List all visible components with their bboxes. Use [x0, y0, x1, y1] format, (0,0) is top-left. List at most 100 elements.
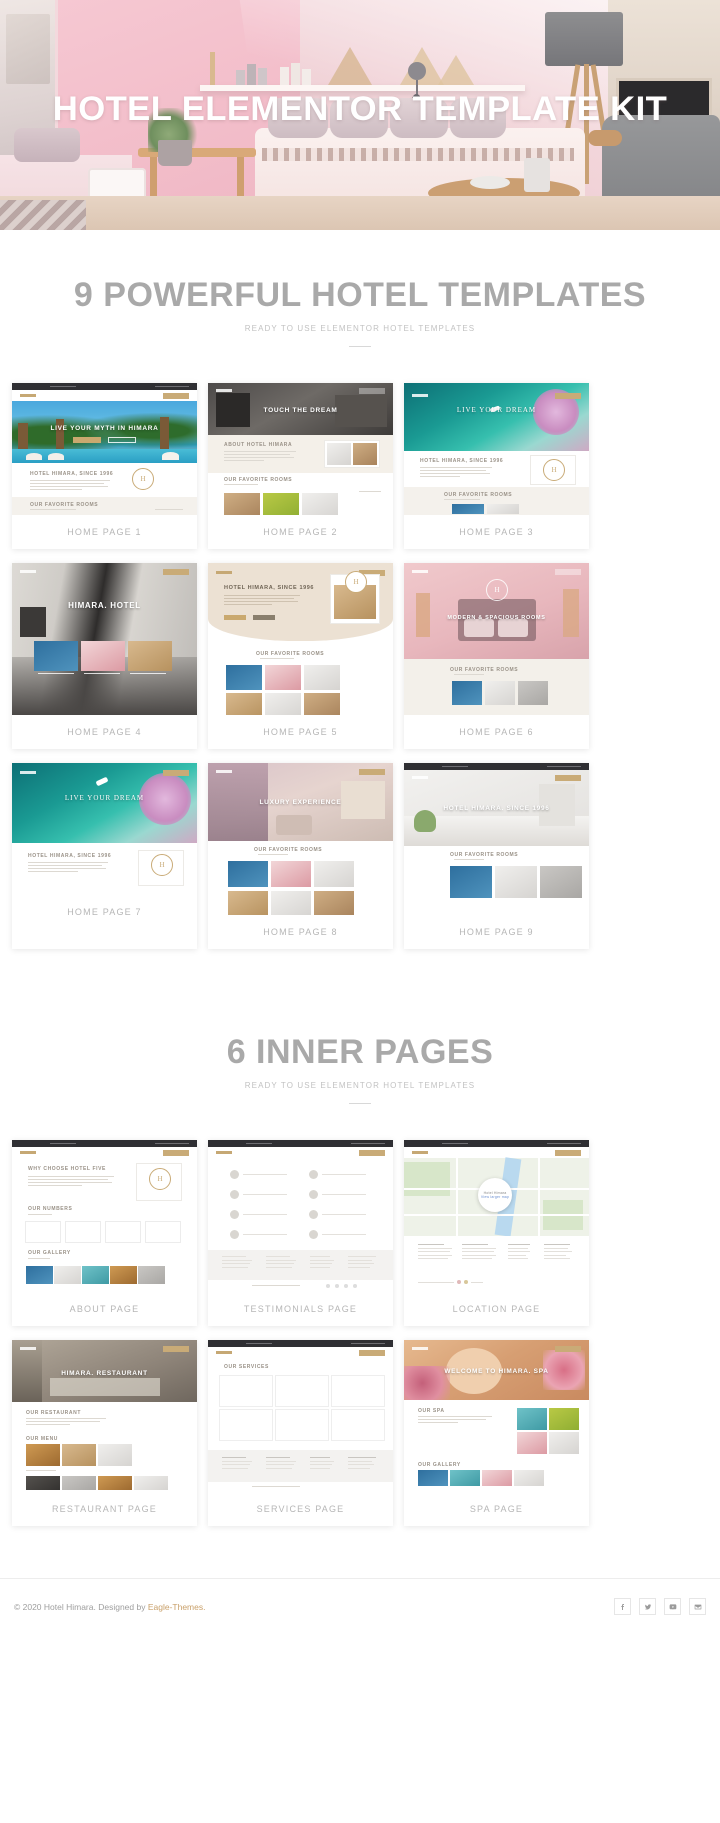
- thumb-headline: LIVE YOUR MYTH IN HIMARA: [50, 425, 159, 432]
- card-thumbnail[interactable]: HOTEL HIMARA. SINCE 1996 OUR FAVORITE RO…: [404, 763, 589, 915]
- section-header: 6 INNER PAGES READY TO USE ELEMENTOR HOT…: [0, 1035, 720, 1104]
- thumb-section-title-2: OUR GALLERY: [418, 1462, 461, 1468]
- card-caption: HOME PAGE 6: [404, 715, 589, 749]
- card-thumbnail[interactable]: HIMARA. RESTAURANT OUR RESTAURANT OUR ME…: [12, 1340, 197, 1492]
- card-thumbnail[interactable]: WHY CHOOSE HOTEL FIVE H OUR NUMBERS OUR …: [12, 1140, 197, 1292]
- thumb-section-title: HOTEL HIMARA, SINCE 1996: [420, 458, 504, 464]
- facebook-icon[interactable]: [614, 1598, 631, 1615]
- thumb-section-title: OUR FAVORITE ROOMS: [450, 667, 519, 673]
- card-thumbnail[interactable]: WELCOME TO HIMARA. SPA OUR SPA OUR GALLE…: [404, 1340, 589, 1492]
- card-caption: ABOUT PAGE: [12, 1292, 197, 1326]
- section-title: 6 INNER PAGES: [226, 1033, 494, 1071]
- inner-page-card[interactable]: HIMARA. RESTAURANT OUR RESTAURANT OUR ME…: [12, 1340, 197, 1526]
- thumb-headline: LIVE YOUR DREAM: [64, 794, 145, 802]
- thumb-section-title-2: OUR FAVORITE ROOMS: [256, 651, 325, 657]
- inner-page-card[interactable]: WELCOME TO HIMARA. SPA OUR SPA OUR GALLE…: [404, 1340, 589, 1526]
- card-thumbnail[interactable]: LUXURY EXPERIENCE OUR FAVORITE ROOMS: [208, 763, 393, 915]
- youtube-icon[interactable]: [664, 1598, 681, 1615]
- inner-page-card[interactable]: Hotel Himara View larger map LOCATION PA…: [404, 1140, 589, 1326]
- template-card[interactable]: HOTEL HIMARA. SINCE 1996 OUR FAVORITE RO…: [404, 763, 589, 949]
- section-header: 9 POWERFUL HOTEL TEMPLATES READY TO USE …: [0, 278, 720, 347]
- thumb-section-title: HOTEL HIMARA, SINCE 1996: [30, 471, 114, 477]
- inner-pages-grid: WHY CHOOSE HOTEL FIVE H OUR NUMBERS OUR …: [0, 1140, 720, 1526]
- social-links: [614, 1598, 706, 1615]
- thumb-section-title: OUR SPA: [418, 1408, 445, 1414]
- thumb-section-title-2: OUR FAVORITE ROOMS: [444, 492, 513, 498]
- thumb-headline: HOTEL HIMARA. SINCE 1996: [443, 805, 550, 812]
- card-thumbnail[interactable]: OUR SERVICES: [208, 1340, 393, 1492]
- template-card[interactable]: TOUCH THE DREAM ABOUT HOTEL HIMARA OUR F…: [208, 383, 393, 549]
- template-card[interactable]: LIVE YOUR MYTH IN HIMARA HOTEL HIMARA, S…: [12, 383, 197, 549]
- thumb-section-title-2: OUR GALLERY: [28, 1250, 71, 1256]
- card-caption: SERVICES PAGE: [208, 1492, 393, 1526]
- card-thumbnail[interactable]: LIVE YOUR DREAM HOTEL HIMARA, SINCE 1996…: [12, 763, 197, 895]
- card-caption: SPA PAGE: [404, 1492, 589, 1526]
- thumb-headline: HIMARA. HOTEL: [68, 601, 141, 610]
- page-title: HOTEL ELEMENTOR TEMPLATE KIT: [52, 90, 668, 128]
- copyright-text: © 2020 Hotel Himara. Designed by Eagle-T…: [14, 1602, 205, 1612]
- template-grid: LIVE YOUR MYTH IN HIMARA HOTEL HIMARA, S…: [0, 383, 720, 949]
- credit-link[interactable]: Eagle-Themes.: [148, 1602, 206, 1612]
- template-card[interactable]: LIVE YOUR DREAM HOTEL HIMARA, SINCE 1996…: [12, 763, 197, 949]
- card-caption: LOCATION PAGE: [404, 1292, 589, 1326]
- card-caption: TESTIMONIALS PAGE: [208, 1292, 393, 1326]
- card-thumbnail[interactable]: H MODERN & SPACIOUS ROOMS OUR FAVORITE R…: [404, 563, 589, 715]
- map-marker-sublabel: View larger map: [480, 1195, 510, 1199]
- template-card[interactable]: H MODERN & SPACIOUS ROOMS OUR FAVORITE R…: [404, 563, 589, 749]
- thumb-section-title: OUR FAVORITE ROOMS: [450, 852, 519, 858]
- card-caption: RESTAURANT PAGE: [12, 1492, 197, 1526]
- card-caption: HOME PAGE 9: [404, 915, 589, 949]
- section-subtitle: READY TO USE ELEMENTOR HOTEL TEMPLATES: [244, 324, 476, 333]
- thumb-headline: LUXURY EXPERIENCE: [259, 799, 342, 806]
- card-caption: HOME PAGE 2: [208, 515, 393, 549]
- card-thumbnail[interactable]: TOUCH THE DREAM ABOUT HOTEL HIMARA OUR F…: [208, 383, 393, 515]
- thumb-section-title-2: OUR FAVORITE ROOMS: [224, 477, 293, 483]
- template-card[interactable]: HIMARA. HOTEL HOME PAGE 4: [12, 563, 197, 749]
- card-thumbnail[interactable]: HIMARA. HOTEL: [12, 563, 197, 715]
- section-title: 9 POWERFUL HOTEL TEMPLATES: [73, 276, 647, 314]
- card-caption: HOME PAGE 4: [12, 715, 197, 749]
- card-thumbnail[interactable]: [208, 1140, 393, 1292]
- thumb-section-title: ABOUT HOTEL HIMARA: [224, 442, 293, 448]
- copyright-prefix: © 2020 Hotel Himara. Designed by: [14, 1601, 148, 1612]
- section-divider: [349, 346, 371, 347]
- thumb-headline: MODERN & SPACIOUS ROOMS: [447, 615, 546, 621]
- thumb-section-title: HOTEL HIMARA, SINCE 1996: [28, 853, 112, 859]
- template-card[interactable]: LIVE YOUR DREAM HOTEL HIMARA, SINCE 1996…: [404, 383, 589, 549]
- twitter-icon[interactable]: [639, 1598, 656, 1615]
- card-caption: HOME PAGE 8: [208, 915, 393, 949]
- thumb-section-title: HOTEL HIMARA, SINCE 1996: [224, 585, 315, 591]
- template-card[interactable]: LUXURY EXPERIENCE OUR FAVORITE ROOMS HOM…: [208, 763, 393, 949]
- inner-page-card[interactable]: WHY CHOOSE HOTEL FIVE H OUR NUMBERS OUR …: [12, 1140, 197, 1326]
- card-thumbnail[interactable]: LIVE YOUR MYTH IN HIMARA HOTEL HIMARA, S…: [12, 383, 197, 515]
- thumb-section-title: WHY CHOOSE HOTEL FIVE: [28, 1166, 106, 1172]
- section-inner-pages: 6 INNER PAGES READY TO USE ELEMENTOR HOT…: [0, 949, 720, 1526]
- thumb-headline: WELCOME TO HIMARA. SPA: [444, 1368, 549, 1375]
- card-caption: HOME PAGE 7: [12, 895, 197, 929]
- thumb-headline: TOUCH THE DREAM: [263, 407, 338, 414]
- email-icon[interactable]: [689, 1598, 706, 1615]
- card-caption: HOME PAGE 3: [404, 515, 589, 549]
- thumb-section-title-2: OUR FAVORITE ROOMS: [30, 502, 99, 508]
- thumb-headline: OUR SERVICES: [224, 1364, 269, 1370]
- map-marker[interactable]: Hotel Himara View larger map: [478, 1178, 512, 1212]
- card-thumbnail[interactable]: Hotel Himara View larger map: [404, 1140, 589, 1292]
- card-thumbnail[interactable]: HOTEL HIMARA, SINCE 1996 H OUR FAVORITE …: [208, 563, 393, 715]
- thumb-headline: LIVE YOUR DREAM: [456, 406, 537, 414]
- inner-page-card[interactable]: TESTIMONIALS PAGE: [208, 1140, 393, 1326]
- section-subtitle: READY TO USE ELEMENTOR HOTEL TEMPLATES: [244, 1081, 476, 1090]
- hero-banner: HOTEL ELEMENTOR TEMPLATE KIT: [0, 0, 720, 230]
- card-thumbnail[interactable]: LIVE YOUR DREAM HOTEL HIMARA, SINCE 1996…: [404, 383, 589, 515]
- template-card[interactable]: HOTEL HIMARA, SINCE 1996 H OUR FAVORITE …: [208, 563, 393, 749]
- site-footer: © 2020 Hotel Himara. Designed by Eagle-T…: [0, 1578, 720, 1634]
- thumb-headline: HIMARA. RESTAURANT: [61, 1370, 148, 1377]
- section-divider: [349, 1103, 371, 1104]
- thumb-section-title: OUR FAVORITE ROOMS: [254, 847, 323, 853]
- card-caption: HOME PAGE 1: [12, 515, 197, 549]
- section-templates: 9 POWERFUL HOTEL TEMPLATES READY TO USE …: [0, 230, 720, 949]
- thumb-section-title: OUR RESTAURANT: [26, 1410, 81, 1416]
- inner-page-card[interactable]: OUR SERVICES SERVICES PAGE: [208, 1340, 393, 1526]
- map-preview[interactable]: Hotel Himara View larger map: [404, 1157, 589, 1237]
- card-caption: HOME PAGE 5: [208, 715, 393, 749]
- thumb-section-title-2: OUR MENU: [26, 1436, 59, 1442]
